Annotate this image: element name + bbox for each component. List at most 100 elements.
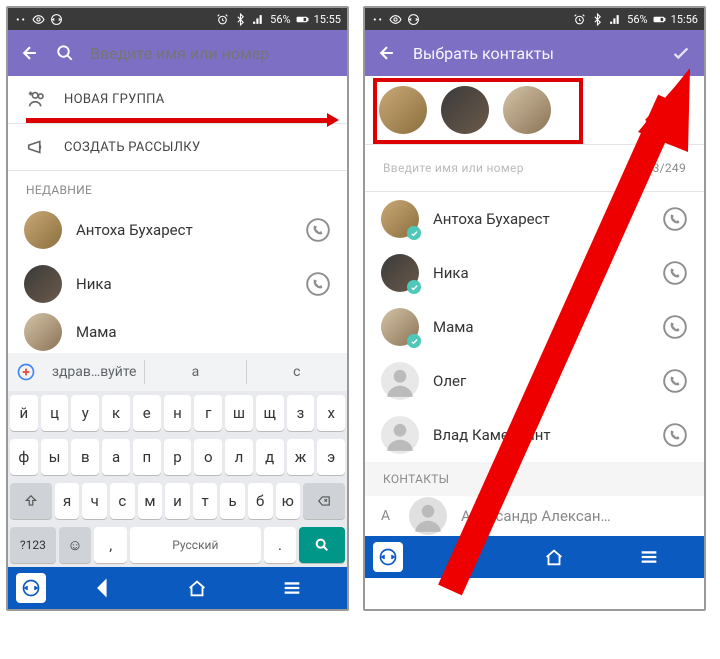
key-ч[interactable]: ч bbox=[82, 483, 107, 519]
android-navbar bbox=[365, 536, 704, 578]
key-р[interactable]: р bbox=[164, 439, 192, 475]
key-а[interactable]: а bbox=[102, 439, 130, 475]
new-group-row[interactable]: НОВАЯ ГРУППА bbox=[8, 76, 347, 122]
key-г[interactable]: г bbox=[194, 395, 222, 431]
clock-text: 15:56 bbox=[671, 13, 698, 26]
name-input-placeholder[interactable]: Введите имя или номер bbox=[383, 161, 524, 175]
nav-home-icon[interactable] bbox=[543, 546, 565, 568]
contact-row[interactable]: Ника bbox=[365, 246, 704, 300]
key-х[interactable]: х bbox=[317, 395, 345, 431]
contact-row[interactable]: Мама bbox=[8, 311, 347, 353]
key-ь[interactable]: ь bbox=[220, 483, 245, 519]
clock-text: 15:55 bbox=[314, 13, 341, 26]
nav-home-icon[interactable] bbox=[186, 577, 208, 599]
avatar bbox=[381, 254, 419, 292]
avatar bbox=[381, 200, 419, 238]
contacts-header: КОНТАКТЫ bbox=[365, 462, 704, 496]
contact-name: Антоха Бухарест bbox=[433, 210, 648, 228]
new-broadcast-label: СОЗДАТЬ РАССЫЛКУ bbox=[64, 140, 200, 155]
shift-key[interactable] bbox=[10, 483, 52, 519]
key-к[interactable]: к bbox=[102, 395, 130, 431]
nav-back-icon[interactable] bbox=[91, 577, 113, 599]
emoji-key[interactable]: ☺ bbox=[59, 527, 92, 563]
back-icon[interactable] bbox=[20, 43, 40, 63]
key-ж[interactable]: ж bbox=[287, 439, 315, 475]
key-з[interactable]: з bbox=[287, 395, 315, 431]
alpha-index: А bbox=[381, 508, 395, 524]
key-п[interactable]: п bbox=[133, 439, 161, 475]
contact-row[interactable]: Влад Камендант bbox=[365, 408, 704, 462]
suggestion[interactable]: здрав…вуйте bbox=[44, 360, 145, 384]
viber-call-icon[interactable] bbox=[305, 217, 331, 243]
search-key[interactable] bbox=[299, 527, 345, 563]
battery-text: 56% bbox=[627, 13, 647, 26]
key-м[interactable]: м bbox=[138, 483, 163, 519]
space-key[interactable]: Русский bbox=[130, 527, 261, 563]
period-key[interactable]: . bbox=[264, 527, 297, 563]
signal-icon bbox=[252, 13, 265, 26]
key-ы[interactable]: ы bbox=[41, 439, 69, 475]
key-ш[interactable]: ш bbox=[225, 395, 253, 431]
confirm-check-icon[interactable] bbox=[670, 42, 692, 64]
teamviewer-app-icon[interactable] bbox=[373, 542, 403, 572]
contact-row[interactable]: Антоха Бухарест bbox=[8, 203, 347, 257]
key-я[interactable]: я bbox=[55, 483, 80, 519]
key-щ[interactable]: щ bbox=[256, 395, 284, 431]
avatar bbox=[24, 265, 62, 303]
key-д[interactable]: д bbox=[256, 439, 284, 475]
nav-back-icon[interactable] bbox=[448, 546, 470, 568]
key-б[interactable]: б bbox=[248, 483, 273, 519]
contact-name: Олег bbox=[433, 372, 648, 390]
nav-recent-icon[interactable] bbox=[281, 577, 303, 599]
teamviewer-app-icon[interactable] bbox=[16, 573, 46, 603]
key-е[interactable]: е bbox=[133, 395, 161, 431]
megaphone-icon bbox=[26, 136, 48, 158]
avatar bbox=[381, 362, 419, 400]
selected-avatar[interactable] bbox=[503, 86, 551, 134]
viber-call-icon[interactable] bbox=[662, 260, 688, 286]
screenshot-right: 56% 15:56 Выбрать контакты Введите имя и… bbox=[363, 6, 706, 611]
key-т[interactable]: т bbox=[193, 483, 218, 519]
app-bar: Выбрать контакты bbox=[365, 30, 704, 76]
search-input[interactable] bbox=[90, 44, 335, 63]
battery-icon bbox=[653, 13, 666, 26]
key-э[interactable]: э bbox=[317, 439, 345, 475]
viber-call-icon[interactable] bbox=[662, 422, 688, 448]
bt-icon bbox=[591, 13, 604, 26]
key-и[interactable]: и bbox=[165, 483, 190, 519]
key-ю[interactable]: ю bbox=[276, 483, 301, 519]
contact-row[interactable]: Олег bbox=[365, 354, 704, 408]
viber-call-icon[interactable] bbox=[662, 206, 688, 232]
eye-icon bbox=[32, 13, 45, 26]
selected-avatar[interactable] bbox=[441, 86, 489, 134]
contact-row[interactable]: Мама bbox=[365, 300, 704, 354]
back-icon[interactable] bbox=[377, 43, 397, 63]
viber-call-icon[interactable] bbox=[305, 271, 331, 297]
comma-key[interactable]: , bbox=[94, 527, 127, 563]
key-о[interactable]: о bbox=[194, 439, 222, 475]
key-й[interactable]: й bbox=[10, 395, 38, 431]
alarm-icon bbox=[216, 13, 229, 26]
suggestion[interactable]: с bbox=[247, 360, 347, 384]
key-л[interactable]: л bbox=[225, 439, 253, 475]
contact-name: Ника bbox=[76, 275, 291, 293]
key-ф[interactable]: ф bbox=[10, 439, 38, 475]
viber-call-icon[interactable] bbox=[662, 368, 688, 394]
selected-avatar[interactable] bbox=[379, 86, 427, 134]
contact-row[interactable]: Ника bbox=[8, 257, 347, 311]
contact-row[interactable]: Антоха Бухарест bbox=[365, 192, 704, 246]
symbols-key[interactable]: ?123 bbox=[10, 527, 56, 563]
suggestion[interactable]: а bbox=[145, 360, 246, 384]
key-у[interactable]: у bbox=[71, 395, 99, 431]
contact-row[interactable]: А Александр Алексан… bbox=[365, 496, 704, 536]
google-icon[interactable] bbox=[16, 362, 36, 382]
viber-call-icon[interactable] bbox=[662, 314, 688, 340]
nav-recent-icon[interactable] bbox=[638, 546, 660, 568]
new-broadcast-row[interactable]: СОЗДАТЬ РАССЫЛКУ bbox=[8, 124, 347, 170]
key-в[interactable]: в bbox=[71, 439, 99, 475]
key-ц[interactable]: ц bbox=[41, 395, 69, 431]
key-с[interactable]: с bbox=[110, 483, 135, 519]
backspace-key[interactable] bbox=[303, 483, 345, 519]
keyboard[interactable]: здрав…вуйте а с йцукенгшщзх фывапролджэ … bbox=[8, 353, 347, 567]
key-н[interactable]: н bbox=[164, 395, 192, 431]
